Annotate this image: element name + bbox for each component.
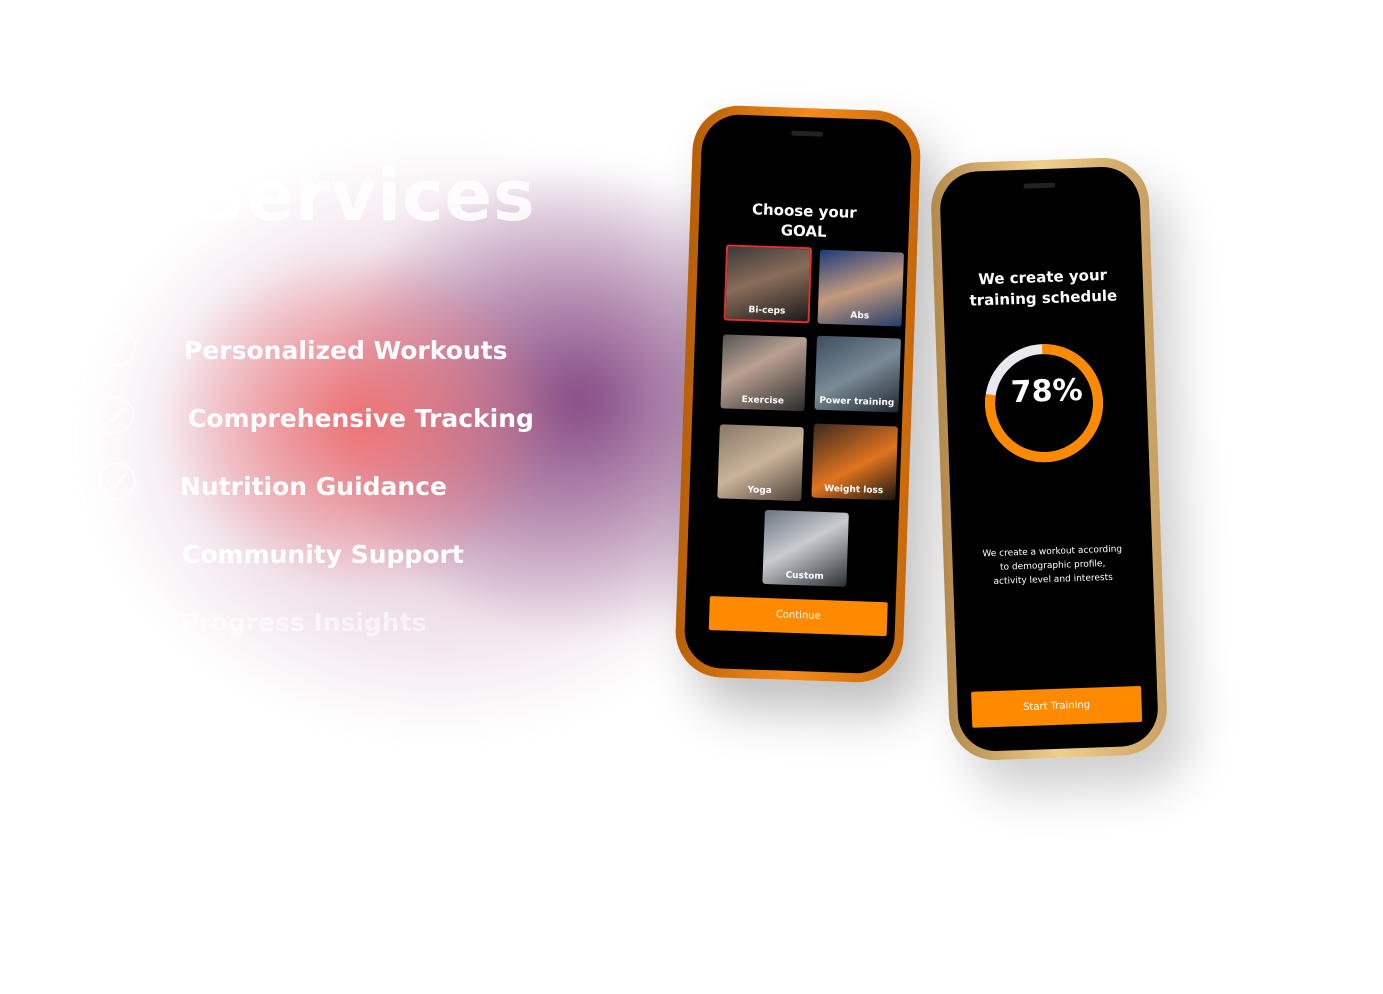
start-training-button[interactable]: Start Training [971, 685, 1143, 728]
goal-tile-exercise[interactable]: Exercise [720, 334, 807, 412]
progress-percent: 78% [1010, 372, 1084, 411]
continue-button[interactable]: Continue [708, 596, 888, 637]
service-item-personalized-workouts: Personalized Workouts [184, 336, 508, 365]
check-icon [96, 396, 134, 434]
goal-tile-yoga[interactable]: Yoga [717, 424, 804, 502]
goal-label: Exercise [741, 395, 785, 407]
goal-tile-abs[interactable]: Abs [817, 249, 904, 327]
goal-label: Weight loss [823, 483, 884, 497]
goal-tile-custom[interactable]: Custom [762, 509, 849, 587]
goal-label: Yoga [747, 485, 772, 497]
schedule-description: We create a workout according to demogra… [982, 544, 1123, 588]
goal-label: Bi-ceps [748, 305, 786, 317]
goal-label: Abs [850, 310, 870, 322]
service-item-nutrition-guidance: Nutrition Guidance [180, 472, 447, 501]
goal-tile-weight-loss[interactable]: Weight loss [811, 423, 898, 501]
schedule-title: We create your training schedule [942, 264, 1143, 313]
section-title: Services [195, 155, 536, 237]
check-icon [98, 462, 136, 500]
phone-notch [1023, 182, 1056, 189]
phone-screen: We create your training schedule 78% We … [938, 165, 1160, 753]
service-item-community-support: Community Support [182, 540, 464, 569]
goal-title: Choose your GOAL [698, 197, 909, 244]
goal-tile-biceps[interactable]: Bi-ceps [723, 244, 813, 324]
goal-label: Power training [819, 395, 895, 409]
goal-tile-power-training[interactable]: Power training [814, 335, 901, 413]
goal-label: Custom [785, 570, 824, 583]
check-icon [98, 328, 136, 366]
phone-notch [791, 130, 824, 137]
phone-mockup-goal: Choose your GOAL Bi-ceps Abs Exercise Po… [674, 104, 922, 684]
phone-mockup-schedule: We create your training schedule 78% We … [929, 156, 1169, 762]
phone-screen: Choose your GOAL Bi-ceps Abs Exercise Po… [683, 113, 913, 675]
service-item-comprehensive-tracking: Comprehensive Tracking [188, 404, 534, 433]
service-item-progress-insights: Progress Insights [180, 608, 427, 637]
